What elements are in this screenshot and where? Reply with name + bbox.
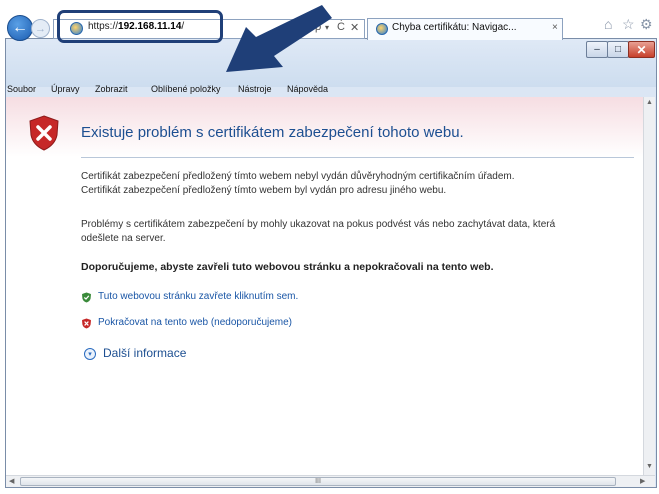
red-shield-icon <box>82 318 91 329</box>
close-page-link[interactable]: Tuto webovou stránku zavřete kliknutím s… <box>98 291 298 302</box>
title-divider <box>81 157 634 158</box>
error-shield-icon <box>29 115 59 151</box>
address-callout-frame <box>57 10 223 43</box>
paragraph-risk-line1: Problémy s certifikátem zabezpečení by m… <box>81 219 556 230</box>
minimize-button[interactable]: – <box>586 41 608 58</box>
settings-gear-icon[interactable]: ⚙ <box>640 16 653 33</box>
back-arrow-icon: ← <box>12 19 28 36</box>
menu-nastroje[interactable]: Nástroje <box>238 84 272 94</box>
vertical-scrollbar[interactable]: ▲ ▼ <box>643 97 655 475</box>
expand-chevron-icon[interactable]: ▾ <box>84 348 96 360</box>
horizontal-scroll-thumb[interactable]: III <box>20 477 616 486</box>
more-info-link[interactable]: Další informace <box>103 346 186 360</box>
recommendation-text: Doporučujeme, abyste zavřeli tuto webovo… <box>81 261 494 273</box>
close-icon: ✕ <box>636 42 647 57</box>
home-icon[interactable]: ⌂ <box>604 16 612 32</box>
tab-title: Chyba certifikátu: Navigac... <box>392 22 517 33</box>
maximize-button[interactable]: □ <box>607 41 629 58</box>
menu-soubor[interactable]: Soubor <box>7 84 36 94</box>
minimize-icon: – <box>594 44 600 55</box>
scroll-up-icon[interactable]: ▲ <box>646 99 653 106</box>
green-shield-icon <box>82 292 91 303</box>
scroll-left-icon[interactable]: ◀ <box>9 477 14 485</box>
expand-glyph: ▾ <box>88 351 92 358</box>
paragraph-risk-line2: odešlete na server. <box>81 233 166 244</box>
paragraph-cert-address: Certifikát zabezpečení předložený tímto … <box>81 185 447 196</box>
continue-to-site-link[interactable]: Pokračovat na tento web (nedoporučujeme) <box>98 317 292 328</box>
maximize-icon: □ <box>614 44 622 55</box>
tab-close-icon[interactable]: × <box>552 22 558 33</box>
title-bar: – □ ✕ <box>6 39 656 87</box>
horizontal-scrollbar[interactable]: ◀ III ▶ <box>6 475 655 487</box>
dropdown-icon[interactable]: ▾ <box>325 23 329 32</box>
menu-upravy[interactable]: Úpravy <box>51 84 80 94</box>
close-window-button[interactable]: ✕ <box>628 41 655 58</box>
paragraph-cert-issuer: Certifikát zabezpečení předložený tímto … <box>81 171 515 182</box>
refresh-icon[interactable]: Ċ <box>337 21 345 33</box>
favorites-star-icon[interactable]: ☆ <box>622 16 635 33</box>
scroll-grip-icon: III <box>315 478 321 485</box>
page-title: Existuje problém s certifikátem zabezpeč… <box>81 124 464 141</box>
forward-button[interactable]: → <box>31 19 50 38</box>
tab-ie-icon <box>376 23 388 35</box>
scroll-right-icon[interactable]: ▶ <box>640 477 645 485</box>
menu-napoveda[interactable]: Nápověda <box>287 84 328 94</box>
menu-bar: Soubor Úpravy Zobrazit Oblíbené položky … <box>5 84 655 97</box>
menu-zobrazit[interactable]: Zobrazit <box>95 84 128 94</box>
search-icon[interactable]: ρ <box>315 21 321 33</box>
scroll-down-icon[interactable]: ▼ <box>646 463 653 470</box>
menu-oblibene[interactable]: Oblíbené položky <box>151 84 221 94</box>
stop-icon[interactable]: ✕ <box>350 21 359 34</box>
back-button[interactable]: ← <box>7 15 33 41</box>
error-page: Existuje problém s certifikátem zabezpeč… <box>6 97 643 475</box>
forward-arrow-icon: → <box>35 22 46 35</box>
